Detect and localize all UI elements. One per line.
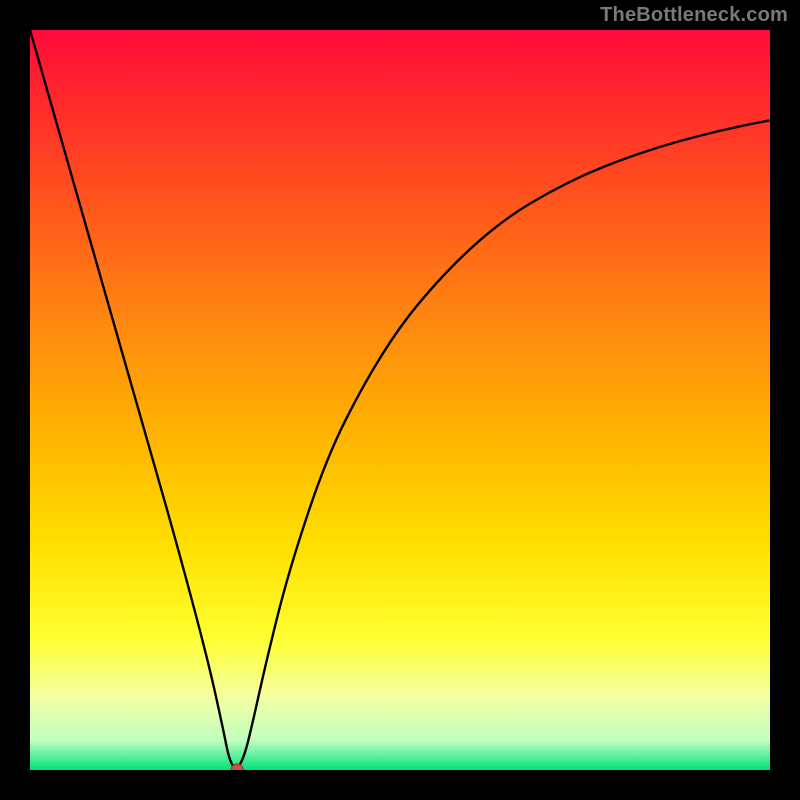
- plot-area: [30, 30, 770, 770]
- watermark-text: TheBottleneck.com: [600, 4, 788, 27]
- bottleneck-chart: [30, 30, 770, 770]
- gradient-background: [30, 30, 770, 770]
- chart-frame: TheBottleneck.com: [0, 0, 800, 800]
